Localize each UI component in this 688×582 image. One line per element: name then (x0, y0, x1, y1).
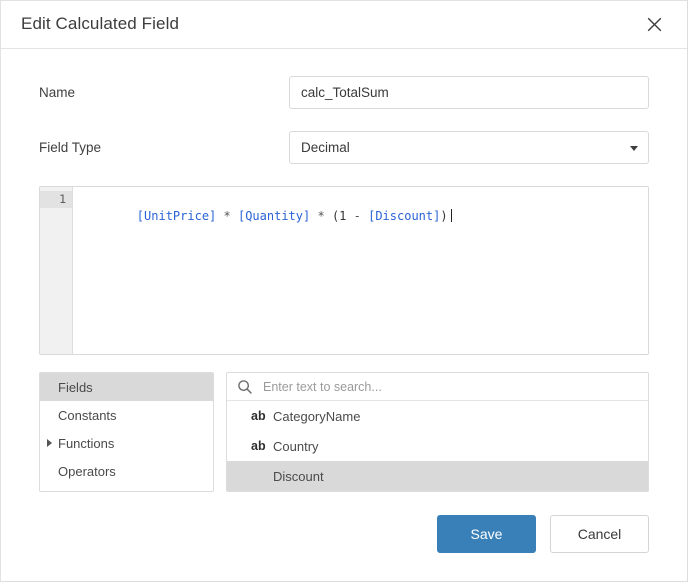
field-type-select-wrap: Decimal (289, 131, 649, 164)
search-row (227, 373, 648, 401)
field-type-value: Decimal (301, 140, 350, 155)
field-type-row: Field Type Decimal (39, 131, 649, 164)
category-item-functions[interactable]: Functions (40, 429, 213, 457)
chevron-right-icon[interactable] (47, 439, 52, 447)
name-input[interactable] (289, 76, 649, 109)
name-row: Name (39, 76, 649, 109)
save-button[interactable]: Save (437, 515, 536, 553)
category-label: Operators (58, 463, 116, 479)
field-type-label: Field Type (39, 140, 102, 155)
text-type-icon: ab (251, 409, 266, 423)
expression-tokens: [UnitPrice] * [Quantity] * (1 - [Discoun… (136, 209, 448, 223)
page-title: Edit Calculated Field (21, 14, 180, 33)
category-label: Fields (58, 379, 93, 395)
category-item-fields[interactable]: Fields (40, 373, 213, 401)
list-item-label: Discount (273, 468, 324, 484)
category-item-constants[interactable]: Constants (40, 401, 213, 429)
category-label: Constants (58, 407, 117, 423)
cancel-button[interactable]: Cancel (550, 515, 649, 553)
category-item-operators[interactable]: Operators (40, 457, 213, 485)
field-list-panel: ab CategoryName ab Country Discount (226, 372, 649, 492)
line-number: 1 (40, 191, 72, 208)
category-panel: Fields Constants Functions Operators (39, 372, 214, 492)
expression-code[interactable]: [UnitPrice] * [Quantity] * (1 - [Discoun… (73, 187, 648, 354)
list-item-label: CategoryName (273, 408, 361, 424)
text-type-icon: ab (251, 439, 266, 453)
editor-gutter: 1 (40, 187, 73, 354)
list-item[interactable]: ab CategoryName (227, 401, 648, 431)
dialog-footer: Save Cancel (437, 515, 649, 553)
expression-editor[interactable]: 1 [UnitPrice] * [Quantity] * (1 - [Disco… (39, 186, 649, 355)
category-label: Functions (58, 435, 115, 451)
element-picker: Fields Constants Functions Operators Ent… (39, 372, 649, 492)
text-caret (450, 209, 452, 222)
name-label: Name (39, 85, 76, 100)
search-icon (237, 379, 253, 395)
field-type-select[interactable]: Decimal (289, 131, 649, 164)
edit-calculated-field-dialog: Edit Calculated Field Name Field Type De… (0, 0, 688, 582)
list-item[interactable]: ab Country (227, 431, 648, 461)
dialog-body: Name Field Type Decimal 1 [UnitPrice] * … (1, 76, 687, 492)
list-item-label: Country (273, 438, 319, 454)
search-input[interactable] (261, 378, 638, 395)
list-item[interactable]: Discount (227, 461, 648, 491)
close-icon[interactable] (639, 10, 669, 40)
dialog-header: Edit Calculated Field (1, 1, 687, 49)
